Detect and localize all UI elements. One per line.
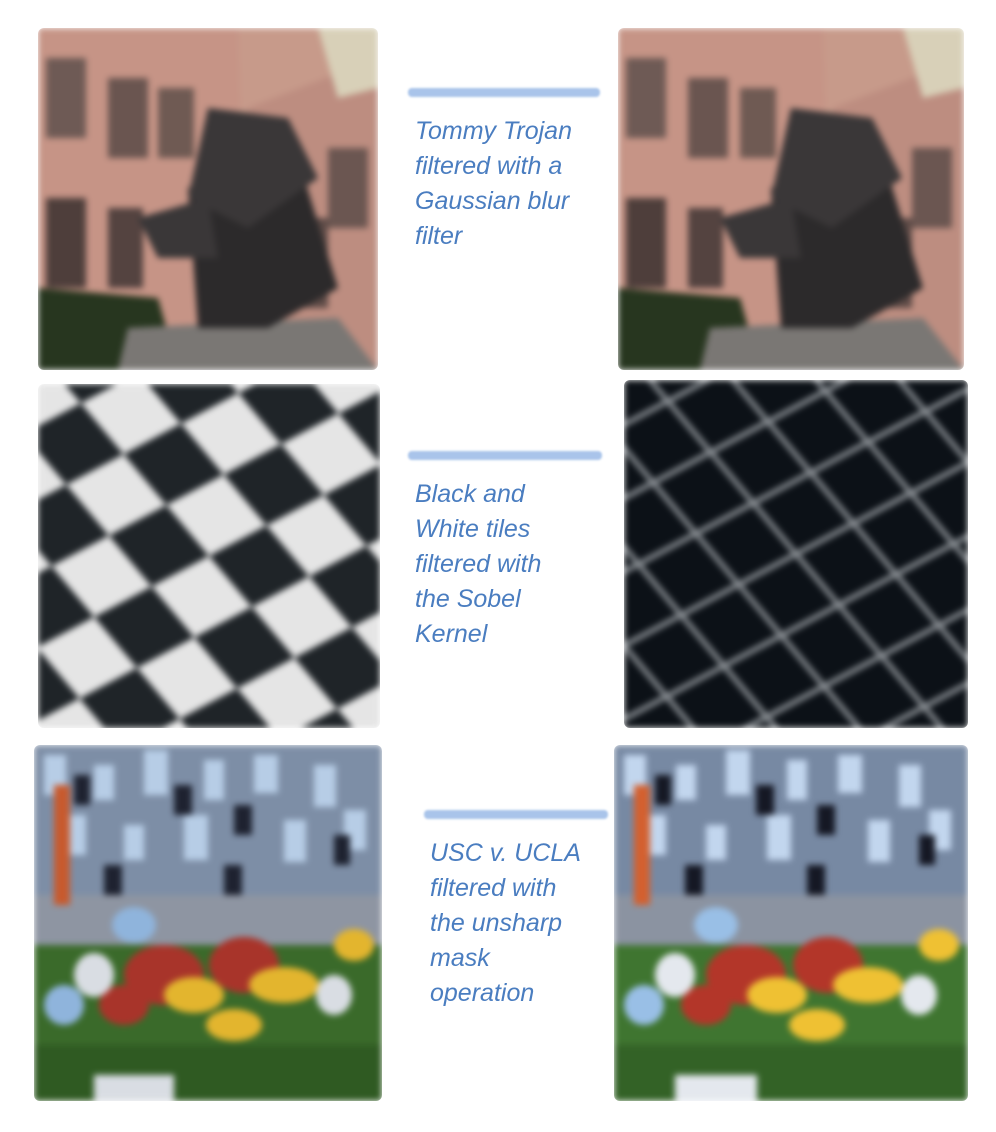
caption-sobel-kernel: Black and White tiles filtered with the … (415, 480, 542, 648)
tiles-original-image (38, 384, 380, 728)
tiles-sobel-filtered-image (624, 380, 968, 728)
usc-ucla-original-image (34, 745, 382, 1101)
usc-ucla-unsharp-filtered-image (614, 745, 968, 1101)
caption-unsharp-mask: USC v. UCLA filtered with the unsharp ma… (430, 839, 581, 1007)
tommy-trojan-gaussian-filtered-image (618, 28, 964, 370)
caption-gaussian-blur: Tommy Trojan filtered with a Gaussian bl… (415, 117, 572, 250)
caption-divider-unsharp (424, 810, 608, 819)
caption-divider-gaussian (408, 88, 600, 97)
tommy-trojan-original-image (38, 28, 378, 370)
caption-divider-sobel (408, 451, 602, 460)
